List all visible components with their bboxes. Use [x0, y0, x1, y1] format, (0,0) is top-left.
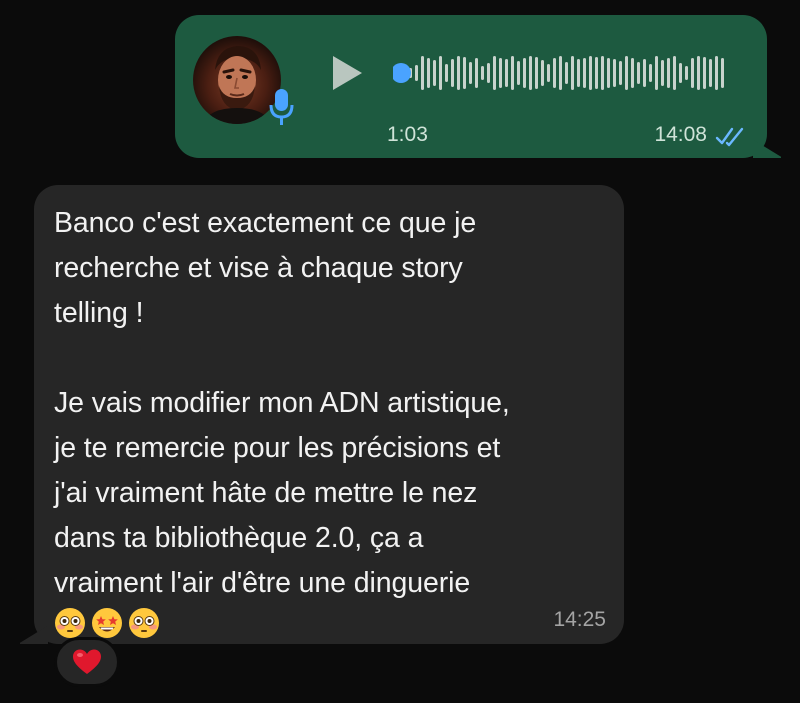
waveform-bar	[691, 58, 694, 88]
waveform-bar	[517, 61, 520, 85]
waveform-bar	[685, 66, 688, 80]
voice-waveform[interactable]	[393, 45, 738, 105]
message-time: 14:08	[654, 123, 707, 146]
waveform-bar	[679, 63, 682, 83]
waveform-bar	[655, 56, 658, 90]
waveform-bar	[493, 56, 496, 90]
waveform-bar	[511, 56, 514, 90]
waveform-bar	[499, 58, 502, 88]
waveform-bar	[577, 59, 580, 87]
waveform-bar	[637, 62, 640, 84]
waveform-bar	[529, 56, 532, 90]
waveform-bar	[421, 56, 424, 90]
waveform-bar	[469, 62, 472, 84]
waveform-bar	[673, 56, 676, 90]
waveform-bar	[583, 58, 586, 88]
waveform-bar	[595, 57, 598, 89]
waveform-bar	[589, 56, 592, 90]
waveform-bar	[631, 58, 634, 88]
waveform-bar	[649, 64, 652, 82]
microphone-icon	[269, 89, 294, 125]
waveform-bar	[487, 63, 490, 83]
waveform-bar	[565, 62, 568, 84]
waveform-bar	[607, 58, 610, 88]
flushed-face-icon	[129, 608, 159, 638]
double-check-icon	[715, 127, 744, 147]
playback-progress-handle[interactable]	[393, 63, 411, 83]
waveform-bar	[613, 59, 616, 87]
bubble-tail	[753, 136, 781, 158]
waveform-bar	[661, 60, 664, 86]
waveform-bar	[481, 66, 484, 80]
waveform-bar	[703, 57, 706, 89]
waveform-bar	[625, 56, 628, 90]
waveform-bar	[535, 57, 538, 89]
waveform-bar	[451, 59, 454, 87]
waveform-bar	[715, 56, 718, 90]
waveform-bar	[721, 58, 724, 88]
waveform-bar	[457, 56, 460, 90]
voice-message-bubble[interactable]: 1:03 14:08	[175, 15, 767, 158]
waveform-bar	[541, 60, 544, 86]
waveform-bar	[643, 59, 646, 87]
waveform-bar	[415, 65, 418, 81]
waveform-bar	[601, 56, 604, 90]
waveform-bar	[697, 56, 700, 90]
flushed-face-icon	[55, 608, 85, 638]
waveform-bar	[505, 59, 508, 87]
waveform-bar	[709, 59, 712, 87]
waveform-bar	[667, 58, 670, 88]
message-paragraph: Banco c'est exactement ce que je recherc…	[54, 207, 477, 329]
waveform-bar	[523, 58, 526, 88]
waveform-bar	[547, 64, 550, 82]
waveform-bar	[619, 61, 622, 85]
waveform-bar	[439, 56, 442, 90]
waveform-bar	[427, 58, 430, 88]
reaction-badge[interactable]	[54, 637, 120, 687]
waveform-bar	[445, 64, 448, 82]
message-emojis	[54, 607, 604, 639]
waveform-bar	[463, 57, 466, 89]
voice-duration: 1:03	[387, 123, 428, 146]
play-icon[interactable]	[329, 53, 365, 93]
bubble-tail	[20, 622, 48, 644]
waveform-bar	[559, 56, 562, 90]
text-message-bubble[interactable]: Banco c'est exactement ce que je recherc…	[34, 185, 624, 644]
waveform-bar	[475, 58, 478, 88]
message-paragraph: Je vais modifier mon ADN artistique, je …	[54, 387, 510, 599]
waveform-bar	[433, 60, 436, 86]
red-heart-icon	[73, 649, 101, 674]
message-time: 14:25	[553, 608, 606, 631]
star-struck-face-icon	[92, 608, 122, 638]
waveform-bar	[571, 56, 574, 90]
waveform-bar	[553, 58, 556, 88]
